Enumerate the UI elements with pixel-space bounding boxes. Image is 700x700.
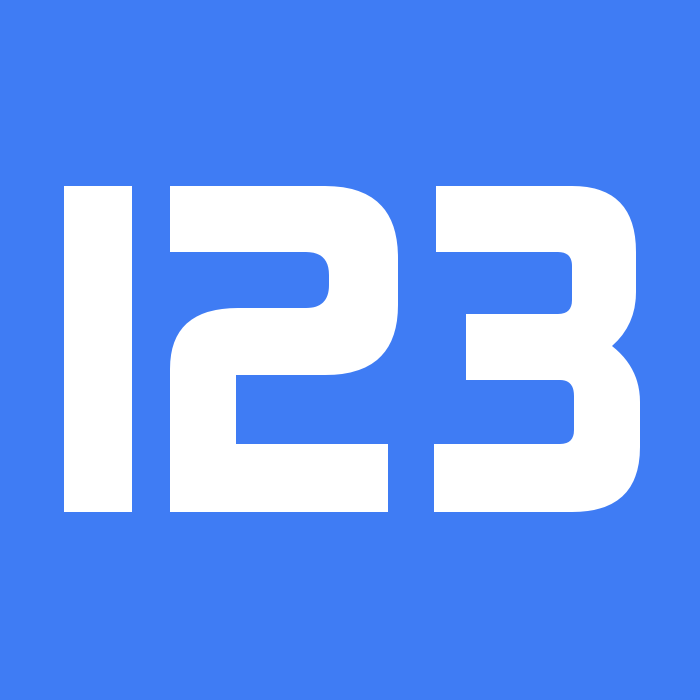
app-icon: 123 — [0, 0, 700, 700]
digit-1-glyph — [64, 186, 132, 512]
logo-123-icon: 123 — [64, 186, 640, 512]
digit-2-glyph — [170, 186, 398, 512]
digit-3-glyph — [434, 186, 640, 512]
